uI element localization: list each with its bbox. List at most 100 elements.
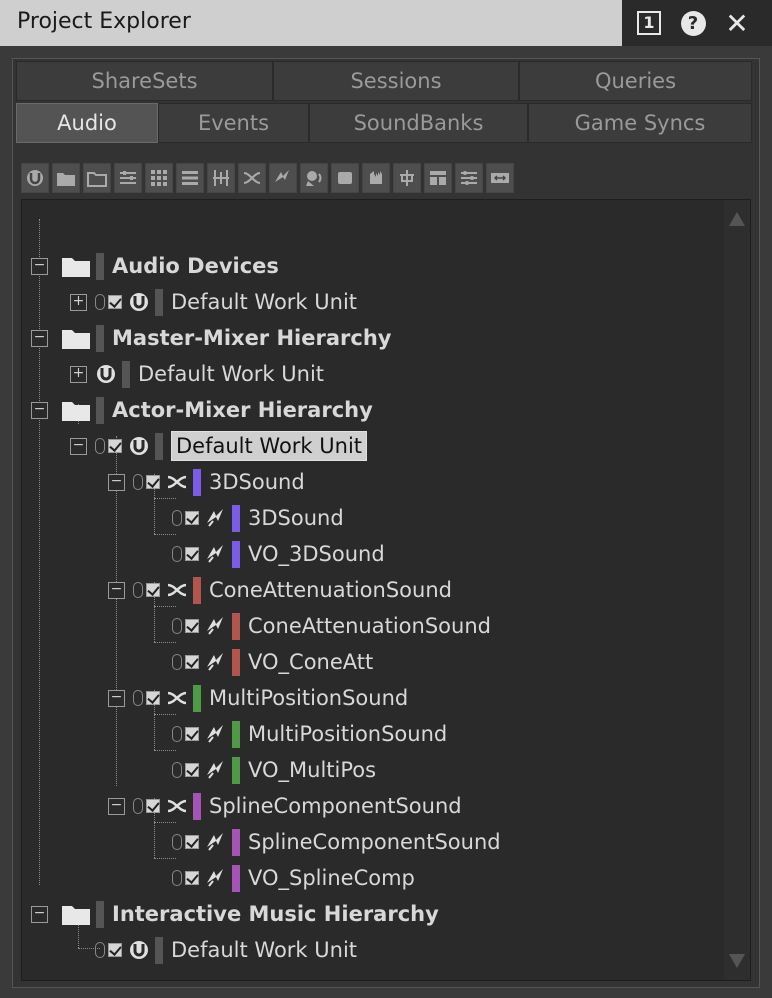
tree-row-sound[interactable]: ConeAttenuationSound	[172, 608, 491, 644]
include-checkbox[interactable]	[185, 727, 199, 741]
include-checkbox[interactable]	[185, 871, 199, 885]
node-label: Default Work Unit	[171, 938, 358, 962]
include-checkbox[interactable]	[185, 655, 199, 669]
tab-game-syncs[interactable]: Game Syncs	[528, 103, 752, 143]
tab-events[interactable]: Events	[158, 103, 309, 143]
node-label: VO_SplineComp	[248, 866, 415, 890]
tree-row-sound[interactable]: VO_SplineComp	[172, 860, 415, 896]
sound-voice-icon[interactable]	[300, 163, 328, 193]
music-track-icon[interactable]	[393, 163, 421, 193]
tree-row-default-work-unit-selected[interactable]: Default Work Unit	[95, 428, 368, 464]
close-button[interactable]: ✕	[722, 7, 752, 40]
include-checkbox[interactable]	[185, 619, 199, 633]
link-icon	[172, 618, 182, 634]
include-checkbox[interactable]	[185, 835, 199, 849]
collapse-toggle[interactable]: −	[108, 582, 125, 599]
help-button[interactable]: ?	[678, 8, 708, 38]
tree-row-sound[interactable]: 3DSound	[172, 500, 344, 536]
color-bar	[96, 252, 104, 280]
expand-toggle[interactable]: +	[70, 366, 87, 383]
tree-row-container[interactable]: MultiPositionSound	[133, 680, 408, 716]
music-switch-icon[interactable]	[424, 163, 452, 193]
tree-row-master-mixer[interactable]: Master-Mixer Hierarchy	[62, 320, 391, 356]
node-label: ConeAttenuationSound	[248, 614, 491, 638]
collapse-toggle[interactable]: −	[108, 690, 125, 707]
tree-row-sound[interactable]: VO_MultiPos	[172, 752, 376, 788]
tree-row-container[interactable]: ConeAttenuationSound	[133, 572, 452, 608]
sound-sfx-icon[interactable]	[269, 163, 297, 193]
expand-toggle[interactable]: +	[70, 294, 87, 311]
collapse-toggle[interactable]: −	[31, 906, 48, 923]
scroll-down-arrow-icon[interactable]	[729, 954, 745, 968]
tree-row-audio-devices[interactable]: Audio Devices	[62, 248, 279, 284]
tab-queries[interactable]: Queries	[519, 61, 752, 101]
tree-row-sound[interactable]: VO_3DSound	[172, 536, 385, 572]
tab-soundbanks[interactable]: SoundBanks	[309, 103, 528, 143]
tree-row-sound[interactable]: SplineComponentSound	[172, 824, 501, 860]
node-label: SplineComponentSound	[248, 830, 501, 854]
scroll-up-arrow-icon[interactable]	[729, 212, 745, 226]
include-checkbox[interactable]	[108, 295, 122, 309]
work-unit-icon	[128, 435, 150, 457]
vertical-scrollbar[interactable]	[724, 200, 750, 980]
sound-sfx-icon	[205, 831, 227, 853]
include-checkbox[interactable]	[185, 511, 199, 525]
color-bar	[193, 684, 201, 712]
link-icon	[133, 474, 143, 490]
actor-mixer-icon[interactable]	[114, 163, 142, 193]
pin-view-button[interactable]: 1	[634, 8, 664, 38]
tab-sessions[interactable]: Sessions	[273, 61, 519, 101]
node-label: Default Work Unit	[171, 290, 358, 314]
collapse-toggle[interactable]: −	[31, 402, 48, 419]
panel-frame: ShareSets Sessions Queries Audio Events …	[12, 58, 760, 988]
music-playlist-icon[interactable]	[455, 163, 483, 193]
color-bar	[232, 612, 240, 640]
tab-sharesets[interactable]: ShareSets	[16, 61, 273, 101]
collapse-toggle[interactable]: −	[31, 330, 48, 347]
link-icon	[172, 546, 182, 562]
collapse-toggle[interactable]: −	[108, 474, 125, 491]
pin-number: 1	[637, 11, 661, 35]
blend-container-icon[interactable]	[145, 163, 173, 193]
include-checkbox[interactable]	[146, 583, 160, 597]
music-segment-icon[interactable]	[362, 163, 390, 193]
work-unit-icon	[95, 363, 117, 385]
node-label: Default Work Unit	[138, 362, 325, 386]
collapse-toggle[interactable]: −	[70, 438, 87, 455]
tree-row-default-work-unit[interactable]: Default Work Unit	[95, 932, 357, 968]
include-checkbox[interactable]	[185, 763, 199, 777]
tree-row-default-work-unit[interactable]: Default Work Unit	[95, 356, 324, 392]
node-label: Default Work Unit	[171, 431, 368, 461]
sequence-container-icon[interactable]	[176, 163, 204, 193]
collapse-toggle[interactable]: −	[108, 798, 125, 815]
tree-row-container[interactable]: SplineComponentSound	[133, 788, 462, 824]
node-label: MultiPositionSound	[209, 686, 409, 710]
node-label: ConeAttenuationSound	[209, 578, 452, 602]
tree-row-sound[interactable]: MultiPositionSound	[172, 716, 447, 752]
work-unit-icon[interactable]	[21, 163, 49, 193]
include-checkbox[interactable]	[146, 475, 160, 489]
color-bar	[155, 432, 163, 460]
tree-row-container[interactable]: 3DSound	[133, 464, 305, 500]
sound-sfx-icon	[205, 651, 227, 673]
tree-row-default-work-unit[interactable]: Default Work Unit	[95, 284, 357, 320]
tree-row-sound[interactable]: VO_ConeAtt	[172, 644, 373, 680]
bus-icon[interactable]	[486, 163, 514, 193]
node-label: Actor-Mixer Hierarchy	[112, 398, 373, 422]
audio-source-icon[interactable]	[331, 163, 359, 193]
include-checkbox[interactable]	[146, 799, 160, 813]
folder-icon[interactable]	[52, 163, 80, 193]
color-bar	[193, 576, 201, 604]
collapse-toggle[interactable]: −	[31, 258, 48, 275]
include-checkbox[interactable]	[108, 943, 122, 957]
include-checkbox[interactable]	[146, 691, 160, 705]
virtual-folder-icon[interactable]	[83, 163, 111, 193]
random-container-icon[interactable]	[238, 163, 266, 193]
switch-container-icon[interactable]	[207, 163, 235, 193]
tree-row-actor-mixer[interactable]: Actor-Mixer Hierarchy	[62, 392, 373, 428]
include-checkbox[interactable]	[108, 439, 122, 453]
include-checkbox[interactable]	[185, 547, 199, 561]
tree-row-interactive-music[interactable]: Interactive Music Hierarchy	[62, 896, 439, 932]
tab-audio[interactable]: Audio	[16, 103, 158, 143]
random-container-icon	[166, 471, 188, 493]
